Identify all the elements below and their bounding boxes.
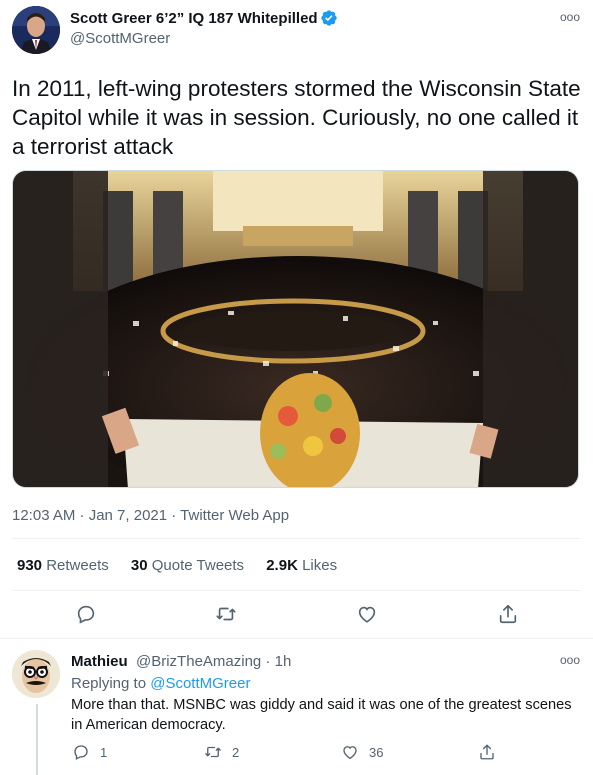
reply-count: 1 — [100, 744, 108, 760]
more-options-icon[interactable]: ooo — [560, 11, 580, 23]
author-name[interactable]: Scott Greer 6’2” IQ 187 Whitepilled — [70, 10, 318, 27]
share-icon — [480, 744, 494, 760]
reply-text: More than that. MSNBC was giddy and said… — [71, 697, 572, 733]
thread-line — [36, 704, 38, 775]
tweet-timestamp[interactable]: 12:03 AM · Jan 7, 2021 · Twitter Web App — [12, 507, 289, 524]
author-handle[interactable]: @ScottMGreer — [70, 30, 170, 47]
like-icon[interactable] — [356, 603, 378, 625]
like-icon — [343, 746, 357, 760]
share-icon[interactable] — [497, 603, 519, 625]
reply-author-avatar[interactable] — [12, 650, 60, 698]
retweet-count: 2 — [232, 744, 240, 760]
quote-tweets-stat[interactable]: 30 Quote Tweets — [131, 557, 244, 574]
reply-author-handle[interactable]: @BrizTheAmazing · 1h — [136, 653, 291, 670]
tweet-photo[interactable] — [12, 170, 579, 488]
likes-stat[interactable]: 2.9K Likes — [266, 557, 337, 574]
reply-icon[interactable] — [75, 603, 97, 625]
verified-badge-icon — [321, 10, 337, 26]
retweet-icon — [205, 746, 221, 758]
reply-like-action[interactable]: 36 — [341, 742, 383, 762]
tweet-stats: 930 Retweets 30 Quote Tweets 2.9K Likes — [17, 557, 355, 574]
like-count: 36 — [369, 744, 384, 760]
reply-share-action[interactable] — [478, 742, 506, 762]
author-avatar[interactable] — [12, 6, 60, 54]
reply-retweet-action[interactable]: 2 — [204, 742, 239, 762]
replying-to-link[interactable]: @ScottMGreer — [150, 675, 250, 692]
retweets-stat[interactable]: 930 Retweets — [17, 557, 109, 574]
divider — [12, 538, 581, 539]
tweet-text: In 2011, left-wing protesters stormed th… — [12, 76, 581, 159]
retweet-icon[interactable] — [215, 603, 237, 625]
divider — [0, 638, 593, 639]
replying-to: Replying to @ScottMGreer — [71, 675, 251, 692]
reply-icon — [74, 745, 88, 760]
reply-reply-action[interactable]: 1 — [72, 742, 107, 762]
reply-author-name[interactable]: Mathieu — [71, 653, 128, 670]
divider — [12, 590, 581, 591]
reply-more-options-icon[interactable]: ooo — [560, 654, 580, 666]
